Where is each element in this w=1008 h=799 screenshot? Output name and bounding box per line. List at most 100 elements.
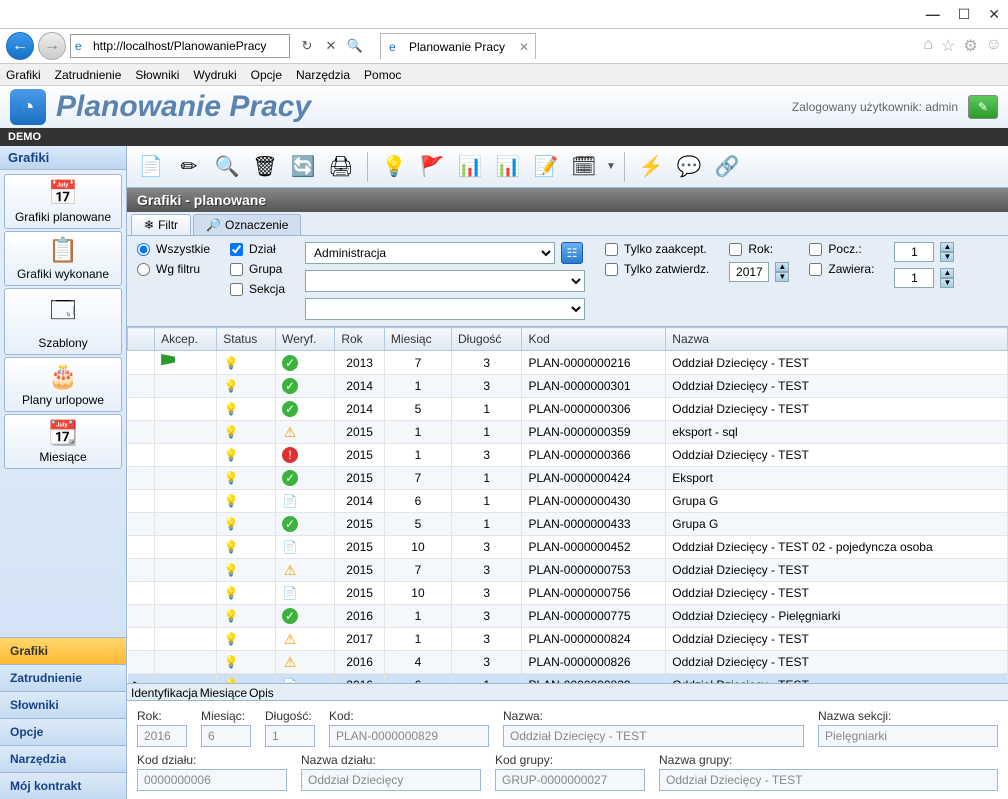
home-icon[interactable]: ⌂ <box>923 36 933 56</box>
nav-opcje[interactable]: Opcje <box>0 718 126 745</box>
toolbar-button[interactable]: ⚡ <box>635 151 667 183</box>
rok-down[interactable]: ▼ <box>775 272 789 282</box>
radio-wszystkie[interactable] <box>137 243 150 256</box>
column-header[interactable]: Rok <box>335 328 385 351</box>
table-row[interactable]: 💡⚠201713PLAN-0000000824Oddział Dziecięcy… <box>128 628 1008 651</box>
refresh-icon[interactable]: ✕ <box>320 35 342 57</box>
tab-close-icon[interactable]: ✕ <box>519 40 529 54</box>
menu-slowniki[interactable]: Słowniki <box>135 68 179 82</box>
tab-filtr[interactable]: ❄ Filtr <box>131 214 191 235</box>
window-close-button[interactable]: ✕ <box>988 6 1000 23</box>
browser-back-button[interactable]: ← <box>6 32 34 60</box>
chk-rok[interactable] <box>729 243 742 256</box>
column-header[interactable] <box>128 328 155 351</box>
dtab-opis[interactable]: Opis <box>249 686 274 700</box>
spin-rok[interactable] <box>729 262 769 282</box>
column-header[interactable]: Nazwa <box>666 328 1008 351</box>
window-maximize-button[interactable]: ☐ <box>958 6 971 23</box>
dtab-miesiace[interactable]: Miesiące <box>200 686 247 700</box>
toolbar-button[interactable]: 🖨 <box>325 151 357 183</box>
tab-oznaczenie[interactable]: 🔎 Oznaczenie <box>193 214 301 235</box>
toolbar-button[interactable]: 📝 <box>530 151 562 183</box>
select-sekcja[interactable] <box>305 298 585 320</box>
table-row[interactable]: 💡✓201613PLAN-0000000775Oddział Dziecięcy… <box>128 605 1008 628</box>
radio-wg-filtru[interactable] <box>137 263 150 276</box>
table-row[interactable]: 💡⚠201573PLAN-0000000753Oddział Dziecięcy… <box>128 559 1008 582</box>
table-row[interactable]: 💡!201513PLAN-0000000366Oddział Dziecięcy… <box>128 444 1008 467</box>
spin-zawiera[interactable] <box>894 268 934 288</box>
table-row[interactable]: 💡✓201551PLAN-0000000433Grupa G <box>128 513 1008 536</box>
chk-tylko-zatwierdz[interactable] <box>605 263 618 276</box>
sidebar-item-miesiące[interactable]: 📆Miesiące <box>4 414 122 469</box>
column-header[interactable]: Miesiąc <box>384 328 451 351</box>
nav-grafiki[interactable]: Grafiki <box>0 637 126 664</box>
toolbar-button[interactable]: 🔍 <box>211 151 243 183</box>
menu-opcje[interactable]: Opcje <box>251 68 282 82</box>
table-row[interactable]: 💡✓201451PLAN-0000000306Oddział Dziecięcy… <box>128 398 1008 421</box>
table-row[interactable]: 💡📄2015103PLAN-0000000452Oddział Dziecięc… <box>128 536 1008 559</box>
url-field[interactable]: e <box>70 34 290 58</box>
settings-icon[interactable]: ⚙ <box>963 36 977 56</box>
menu-wydruki[interactable]: Wydruki <box>193 68 236 82</box>
chk-pocz[interactable] <box>809 243 822 256</box>
sidebar-item-grafiki-planowane[interactable]: 📅Grafiki planowane <box>4 174 122 229</box>
nav-narzędzia[interactable]: Narzędzia <box>0 745 126 772</box>
column-header[interactable]: Kod <box>522 328 666 351</box>
smile-icon[interactable]: ☺ <box>986 36 1002 56</box>
nav-słowniki[interactable]: Słowniki <box>0 691 126 718</box>
toolbar-button[interactable]: 📊 <box>454 151 486 183</box>
toolbar-button[interactable]: 🗑 <box>249 151 281 183</box>
toolbar-button[interactable]: 📄 <box>135 151 167 183</box>
toolbar-button[interactable]: 🚩 <box>416 151 448 183</box>
toolbar-button[interactable]: 📊 <box>492 151 524 183</box>
menu-pomoc[interactable]: Pomoc <box>364 68 401 82</box>
select-dzial[interactable]: Administracja <box>305 242 555 264</box>
stop-icon[interactable]: ↻ <box>296 35 318 57</box>
toolbar-button[interactable]: 💡 <box>378 151 410 183</box>
sidebar-icon: 🗔 <box>7 293 119 334</box>
table-row[interactable]: 💡✓201413PLAN-0000000301Oddział Dziecięcy… <box>128 375 1008 398</box>
data-grid[interactable]: Akcep.StatusWeryf.RokMiesiącDługośćKodNa… <box>127 327 1008 683</box>
sidebar-item-grafiki-wykonane[interactable]: 📋Grafiki wykonane <box>4 231 122 286</box>
table-row[interactable]: 💡📄201461PLAN-0000000430Grupa G <box>128 490 1008 513</box>
column-header[interactable]: Akcep. <box>155 328 217 351</box>
chk-dzial[interactable] <box>230 243 243 256</box>
column-header[interactable]: Długość <box>452 328 522 351</box>
edit-mode-button[interactable]: ✎ <box>968 95 998 119</box>
select-grupa[interactable] <box>305 270 585 292</box>
menu-grafiki[interactable]: Grafiki <box>6 68 41 82</box>
org-tree-button[interactable]: ☷ <box>561 242 583 264</box>
chk-sekcja[interactable] <box>230 283 243 296</box>
favorites-icon[interactable]: ☆ <box>941 36 955 56</box>
sidebar-item-plany-urlopowe[interactable]: 🎂Plany urlopowe <box>4 357 122 412</box>
table-row[interactable]: ▶💡📄201661PLAN-0000000829Oddział Dziecięc… <box>128 674 1008 684</box>
table-row[interactable]: 💡✓201571PLAN-0000000424Eksport <box>128 467 1008 490</box>
sidebar-item-szablony[interactable]: 🗔Szablony <box>4 288 122 355</box>
dtab-identyfikacja[interactable]: Identyfikacja <box>131 686 198 700</box>
nav-mój-kontrakt[interactable]: Mój kontrakt <box>0 772 126 799</box>
toolbar-button[interactable]: 🗓 <box>568 151 600 183</box>
chk-tylko-zaakcept[interactable] <box>605 243 618 256</box>
window-minimize-button[interactable]: — <box>926 6 940 22</box>
toolbar-button[interactable]: 💬 <box>673 151 705 183</box>
table-row[interactable]: 💡⚠201511PLAN-0000000359eksport - sql <box>128 421 1008 444</box>
browser-forward-button[interactable]: → <box>38 32 66 60</box>
toolbar-button[interactable]: 🔗 <box>711 151 743 183</box>
chk-zawiera[interactable] <box>809 263 822 276</box>
chk-grupa[interactable] <box>230 263 243 276</box>
menu-zatrudnienie[interactable]: Zatrudnienie <box>55 68 122 82</box>
url-input[interactable] <box>93 39 285 53</box>
nav-zatrudnienie[interactable]: Zatrudnienie <box>0 664 126 691</box>
browser-tab[interactable]: e Planowanie Pracy ✕ <box>380 33 536 59</box>
table-row[interactable]: 💡⚠201643PLAN-0000000826Oddział Dziecięcy… <box>128 651 1008 674</box>
menu-narzedzia[interactable]: Narzędzia <box>296 68 350 82</box>
table-row[interactable]: 💡✓201373PLAN-0000000216Oddział Dziecięcy… <box>128 351 1008 375</box>
toolbar-button[interactable]: 🔄 <box>287 151 319 183</box>
rok-up[interactable]: ▲ <box>775 262 789 272</box>
table-row[interactable]: 💡📄2015103PLAN-0000000756Oddział Dziecięc… <box>128 582 1008 605</box>
spin-pocz[interactable] <box>894 242 934 262</box>
column-header[interactable]: Status <box>217 328 276 351</box>
toolbar-button[interactable]: ✏ <box>173 151 205 183</box>
column-header[interactable]: Weryf. <box>276 328 335 351</box>
search-icon[interactable]: 🔍 <box>344 35 366 57</box>
